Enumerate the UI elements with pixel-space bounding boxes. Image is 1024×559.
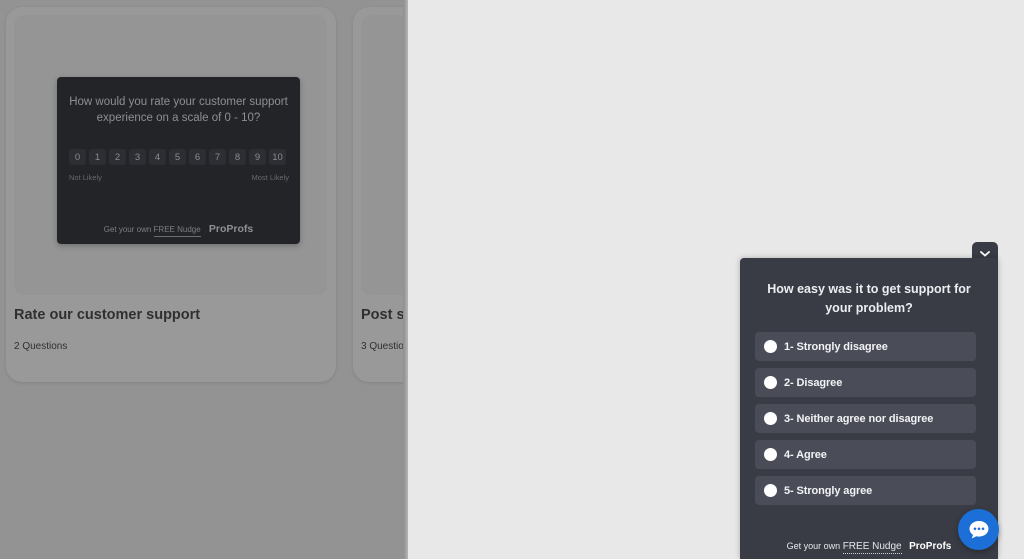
panel-divider-shadow [403,0,408,559]
answer-option[interactable]: 3- Neither agree nor disagree [755,404,976,433]
preview-rating-scale: 0 1 2 3 4 5 6 7 8 9 10 [69,149,286,165]
rating-5: 5 [169,149,186,165]
rating-7: 7 [209,149,226,165]
rating-2: 2 [109,149,126,165]
option-label: 5- Strongly agree [784,484,873,497]
answer-option[interactable]: 1- Strongly disagree [755,332,976,361]
answer-option[interactable]: 5- Strongly agree [755,476,976,505]
answer-option[interactable]: 4- Agree [755,440,976,469]
rating-10: 10 [269,149,286,165]
card-question-count: 2 Questions [14,341,68,352]
survey-question: How easy was it to get support for your … [767,282,971,315]
footer-prefix: Get your own [786,541,841,551]
rating-0: 0 [69,149,86,165]
rating-9: 9 [249,149,266,165]
radio-button[interactable] [764,412,777,425]
answer-option[interactable]: 2- Disagree [755,368,976,397]
low-label: Not Likely [69,173,102,182]
card-title: Post su [361,307,407,323]
proprofs-logo[interactable]: ProProfs [909,541,951,552]
rating-3: 3 [129,149,146,165]
rating-6: 6 [189,149,206,165]
free-nudge-link[interactable]: FREE Nudge [842,541,902,554]
survey-template-card[interactable]: Post su 3 Question [353,7,407,382]
card-title: Rate our customer support [14,307,201,323]
chat-bubble-icon [969,520,988,538]
free-nudge-link: FREE Nudge [153,225,201,237]
rating-1: 1 [89,149,106,165]
proprofs-logo: ProProfs [208,223,254,235]
preview-footer: Get your own FREE Nudge ProProfs [57,223,300,237]
radio-button[interactable] [764,484,777,497]
widget-footer: Get your own FREE Nudge ProProfs [740,541,998,554]
option-label: 1- Strongly disagree [784,340,888,353]
radio-button[interactable] [764,376,777,389]
radio-button[interactable] [764,340,777,353]
card-preview: How would you rate your customer support… [14,15,327,295]
chevron-down-icon [980,250,990,257]
rating-4: 4 [149,149,166,165]
footer-prefix: Get your own [103,225,152,234]
dimmed-background-page: How would you rate your customer support… [0,0,407,559]
answer-options: 1- Strongly disagree 2- Disagree 3- Neit… [755,332,976,512]
option-label: 2- Disagree [784,376,843,389]
option-label: 3- Neither agree nor disagree [784,412,934,425]
high-label: Most Likely [251,173,289,182]
preview-survey: How would you rate your customer support… [57,77,300,244]
radio-button[interactable] [764,448,777,461]
preview-question: How would you rate your customer support… [69,96,288,124]
option-label: 4- Agree [784,448,827,461]
card-question-count: 3 Question [361,341,407,352]
survey-template-card[interactable]: How would you rate your customer support… [6,7,336,382]
card-preview [361,15,407,295]
rating-8: 8 [229,149,246,165]
chat-button[interactable] [958,509,999,550]
survey-widget: How easy was it to get support for your … [740,258,998,559]
